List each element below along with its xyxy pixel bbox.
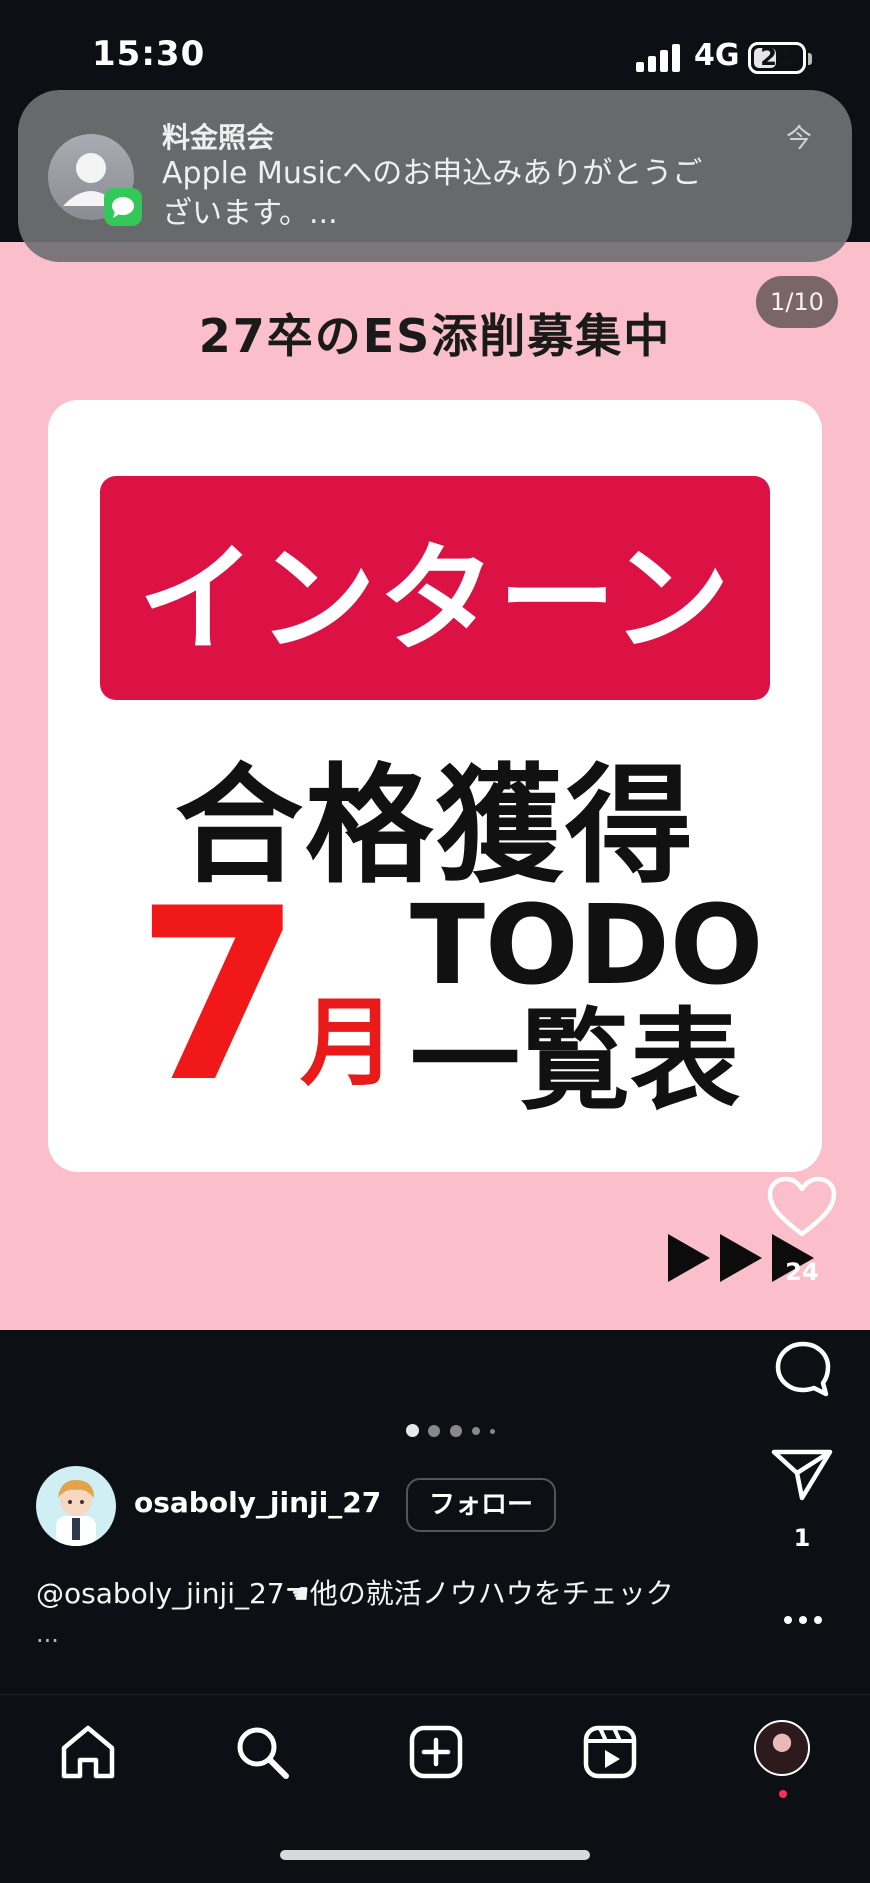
author-avatar[interactable]	[36, 1466, 116, 1546]
heart-icon[interactable]	[766, 1176, 838, 1240]
reels-icon[interactable]	[580, 1724, 640, 1780]
network-type: 4G	[694, 38, 740, 73]
todo-label: TODO	[410, 881, 764, 1009]
battery-level: 21	[760, 43, 794, 71]
home-indicator[interactable]	[280, 1850, 590, 1860]
home-icon[interactable]	[58, 1724, 118, 1780]
month-label: 月	[300, 987, 396, 1099]
like-count: 24	[785, 1258, 819, 1286]
battery-icon: 21	[748, 42, 806, 74]
follow-button[interactable]: フォロー	[406, 1478, 556, 1532]
search-icon[interactable]	[232, 1724, 292, 1780]
more-icon[interactable]	[782, 1614, 824, 1626]
share-count: 1	[793, 1524, 811, 1552]
slide-header: 27卒のES添削募集中	[198, 309, 672, 363]
caption-more[interactable]: ...	[36, 1620, 59, 1648]
post-caption[interactable]: @osaboly_jinji_27☚他の就活ノウハウをチェック	[36, 1572, 736, 1612]
notification-title: 料金照会	[162, 121, 275, 154]
signal-strength-icon	[636, 44, 680, 72]
plus-square-icon[interactable]	[406, 1724, 466, 1780]
notification-time: 今	[786, 124, 813, 154]
notification-dot	[779, 1790, 787, 1798]
slide-counter: 1/10	[756, 276, 838, 328]
messages-icon	[104, 188, 142, 226]
comment-icon[interactable]	[774, 1340, 832, 1398]
carousel-dots	[404, 1424, 504, 1438]
notification-body: Apple Musicへのお申込みありがとうございます。...	[162, 156, 703, 231]
status-time: 15:30	[92, 34, 206, 74]
list-label: 一覧表	[410, 997, 740, 1125]
paper-plane-icon[interactable]	[770, 1446, 834, 1502]
profile-avatar[interactable]	[754, 1720, 810, 1776]
author-username[interactable]: osaboly_jinji_27	[134, 1486, 381, 1519]
battery-tip	[808, 53, 812, 65]
internship-banner: インターン	[100, 476, 770, 700]
month-number: 7	[136, 858, 302, 1135]
